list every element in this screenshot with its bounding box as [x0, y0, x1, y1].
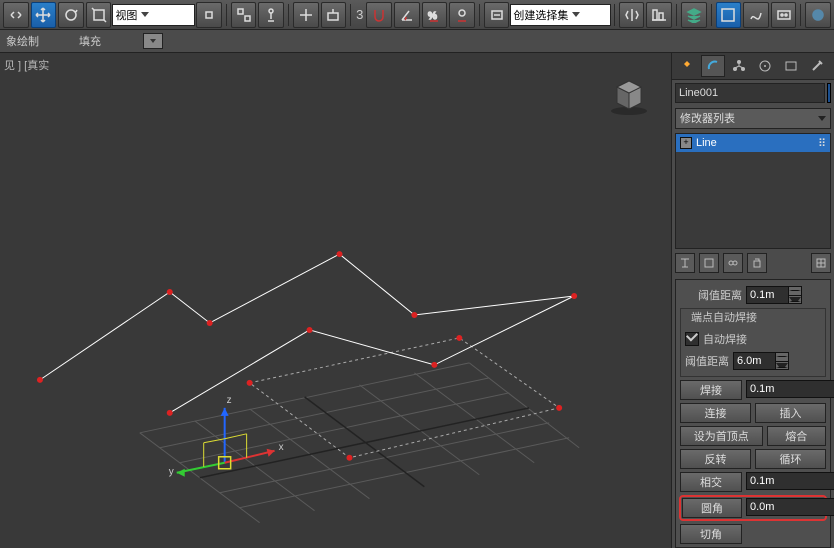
- stack-item-options-icon[interactable]: ⠿: [818, 137, 826, 150]
- weld-input[interactable]: [746, 380, 834, 398]
- configure-sets-button[interactable]: [811, 253, 831, 273]
- spinner-snap-button[interactable]: [449, 2, 475, 28]
- main-area: 见 ] [真实: [0, 53, 834, 548]
- fillet-input[interactable]: [746, 498, 834, 516]
- select-scale-button[interactable]: [86, 2, 112, 28]
- command-panel-tabs: [672, 53, 834, 80]
- percent-snap-button[interactable]: %: [422, 2, 448, 28]
- view-cube[interactable]: [607, 73, 651, 117]
- angle-snap-button[interactable]: [394, 2, 420, 28]
- schematic-button[interactable]: [743, 2, 769, 28]
- fillet-button[interactable]: 圆角: [682, 498, 742, 518]
- main-toolbar: 视图 3 % 创建选择集: [0, 0, 834, 30]
- layers-button[interactable]: [681, 2, 707, 28]
- ref-coord-dropdown[interactable]: 视图: [112, 4, 195, 26]
- select-rotate-button[interactable]: [58, 2, 84, 28]
- snap-2d-button[interactable]: [293, 2, 319, 28]
- fillet-highlight: 圆角: [679, 495, 827, 521]
- expand-icon[interactable]: +: [680, 137, 692, 149]
- named-sel-label: 创建选择集: [513, 7, 568, 23]
- insert-button[interactable]: 插入: [755, 403, 826, 423]
- dropdown-arrow-icon: [141, 12, 149, 17]
- manipulate-button[interactable]: [258, 2, 284, 28]
- object-name-input[interactable]: [675, 83, 825, 103]
- viewport[interactable]: 见 ] [真实: [0, 53, 672, 548]
- cycle-button[interactable]: 循环: [755, 449, 826, 469]
- motion-tab[interactable]: [753, 55, 777, 77]
- weld-button[interactable]: 焊接: [680, 380, 742, 400]
- align-button[interactable]: [646, 2, 672, 28]
- hierarchy-tab[interactable]: [727, 55, 751, 77]
- fillet-spinner[interactable]: [746, 498, 834, 516]
- geometry-rollout: 阈值距离 端点自动焊接 自动焊接 阈值距离: [675, 279, 831, 548]
- fuse-button[interactable]: 熔合: [767, 426, 827, 446]
- create-tab[interactable]: [675, 55, 699, 77]
- threshold2-input[interactable]: [733, 352, 776, 370]
- chamfer-button[interactable]: 切角: [680, 524, 742, 544]
- auto-weld-label: 自动焊接: [703, 331, 747, 347]
- svg-text:x: x: [279, 442, 284, 453]
- stack-item-line[interactable]: + Line ⠿: [676, 134, 830, 152]
- command-panel: 修改器列表 + Line ⠿ 阈值距离: [672, 53, 834, 548]
- link-button[interactable]: [3, 2, 29, 28]
- cross-input[interactable]: [746, 472, 834, 490]
- display-tab[interactable]: [779, 55, 803, 77]
- modifier-list-label: 修改器列表: [680, 110, 735, 126]
- cross-section-button[interactable]: 相交: [680, 472, 742, 492]
- remove-modifier-button[interactable]: [747, 253, 767, 273]
- modifier-stack[interactable]: + Line ⠿: [675, 133, 831, 249]
- threshold-label: 阈值距离: [698, 287, 742, 303]
- mirror-button[interactable]: [619, 2, 645, 28]
- make-unique-button[interactable]: [723, 253, 743, 273]
- reverse-button[interactable]: 反转: [680, 449, 751, 469]
- modifier-list-dropdown[interactable]: 修改器列表: [675, 108, 831, 130]
- ribbon-tab-draw[interactable]: 象绘制: [6, 33, 39, 49]
- render-setup-button[interactable]: [805, 2, 831, 28]
- ribbon-tab-fill[interactable]: 填充: [79, 33, 101, 49]
- svg-text:y: y: [169, 467, 174, 478]
- cross-spinner[interactable]: [746, 472, 834, 490]
- make-first-button[interactable]: 设为首顶点: [680, 426, 763, 446]
- threshold2-label: 阈值距离: [685, 353, 729, 369]
- curve-editor-button[interactable]: [716, 2, 742, 28]
- auto-weld-group-label: 端点自动焊接: [689, 309, 759, 325]
- select-move-button[interactable]: [31, 2, 57, 28]
- dropdown-arrow-icon: [818, 116, 826, 121]
- select-similar-button[interactable]: [231, 2, 257, 28]
- auto-weld-group: 端点自动焊接 自动焊接 阈值距离: [680, 308, 826, 377]
- snap-3d-button[interactable]: [321, 2, 347, 28]
- viewport-scene: x y z: [0, 53, 671, 548]
- auto-weld-checkbox[interactable]: [685, 332, 699, 346]
- ribbon-row: 象绘制 填充: [0, 30, 834, 53]
- named-sel-dropdown[interactable]: 创建选择集: [510, 4, 610, 26]
- show-end-result-button[interactable]: [699, 253, 719, 273]
- edit-named-sel-button[interactable]: [484, 2, 510, 28]
- weld-spinner[interactable]: [746, 380, 834, 398]
- threshold-spinner[interactable]: [746, 286, 802, 304]
- ref-coord-label: 视图: [115, 7, 137, 23]
- dropdown-arrow-icon: [572, 12, 580, 17]
- snap-toggle-button[interactable]: [366, 2, 392, 28]
- threshold-input[interactable]: [746, 286, 789, 304]
- connect-button[interactable]: 连接: [680, 403, 751, 423]
- modify-tab[interactable]: [701, 55, 725, 77]
- pin-stack-button[interactable]: [675, 253, 695, 273]
- svg-text:z: z: [227, 395, 232, 406]
- object-color-swatch[interactable]: [827, 83, 831, 103]
- stack-item-label: Line: [696, 137, 717, 149]
- use-pivot-button[interactable]: [196, 2, 222, 28]
- snap-3-label: 3: [356, 7, 363, 22]
- threshold2-spinner[interactable]: [733, 352, 789, 370]
- ribbon-dropdown-icon[interactable]: [143, 33, 163, 49]
- stack-toolbar: [675, 253, 831, 273]
- material-editor-button[interactable]: [771, 2, 797, 28]
- utilities-tab[interactable]: [805, 55, 829, 77]
- object-name-row: [675, 83, 831, 103]
